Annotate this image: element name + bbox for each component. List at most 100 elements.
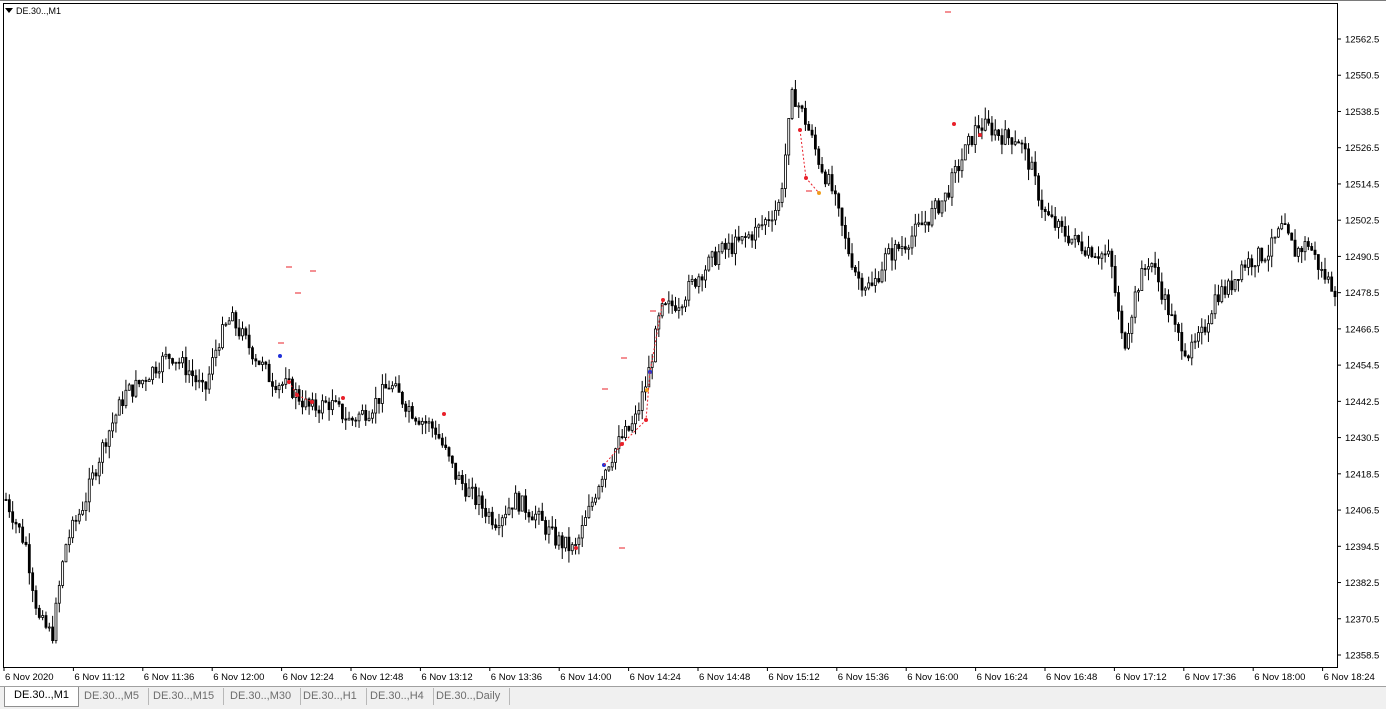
candle-body (1007, 129, 1010, 139)
tab-m30[interactable]: DE.30..,M30 (221, 688, 302, 705)
candle-body (530, 516, 534, 521)
candle-body (1207, 323, 1210, 333)
tab-m1[interactable]: DE.30..,M1 (4, 687, 80, 707)
candle-body (630, 423, 634, 431)
trade-marker (341, 396, 345, 400)
candle-body (1193, 340, 1197, 343)
tab-h4[interactable]: DE.30..,H4 (361, 688, 434, 705)
candle-body (903, 246, 907, 250)
candle-body (274, 385, 278, 391)
candle-body (1030, 161, 1034, 170)
candle-body (664, 303, 667, 306)
candle-body (750, 234, 754, 241)
tab-h1[interactable]: DE.30..,H1 (294, 688, 367, 705)
price-label: 12394.5 (1345, 542, 1379, 553)
candle-body (1000, 135, 1004, 145)
candle-body (1123, 332, 1127, 349)
chart-menu-arrow-icon[interactable] (5, 8, 13, 13)
candle-body (257, 360, 261, 365)
time-label: 6 Nov 16:24 (977, 672, 1028, 683)
candle-body (144, 379, 148, 382)
candle-body (717, 251, 721, 266)
candle-body (637, 410, 641, 415)
candle-body (1170, 314, 1174, 317)
candle-body (923, 221, 927, 226)
tab-daily[interactable]: DE.30..,Daily (427, 688, 511, 705)
candle-body (754, 226, 757, 241)
candle-body (470, 486, 474, 489)
candle-body (764, 219, 767, 226)
price-label: 12490.5 (1345, 252, 1379, 263)
candle-body (1300, 247, 1304, 253)
candle-body (204, 381, 208, 390)
time-label: 6 Nov 12:00 (213, 672, 264, 683)
candle-body (460, 474, 464, 484)
candle-body (1013, 141, 1017, 145)
candle-body (860, 277, 864, 291)
candle-body (370, 412, 374, 419)
candle-body (544, 520, 547, 535)
candle-body (154, 366, 158, 374)
candle-body (1183, 350, 1187, 357)
candle-body (537, 510, 541, 515)
candle-body (7, 499, 11, 513)
candle-body (1160, 281, 1164, 300)
tab-m15[interactable]: DE.30..,M15 (144, 688, 225, 705)
candle-body (757, 224, 761, 228)
candle-body (1010, 137, 1014, 145)
candle-body (1130, 316, 1134, 334)
candle-body (207, 373, 211, 390)
candle-body (54, 602, 58, 642)
candle-body (670, 300, 674, 307)
candle-body (114, 414, 118, 424)
candle-body (933, 200, 937, 209)
candle-body (737, 236, 741, 241)
candle-body (797, 105, 801, 108)
candle-body (880, 269, 884, 283)
candle-body (480, 495, 484, 509)
candle-body (484, 507, 488, 517)
chart-window[interactable]: 12562.5 12550.5 12538.5 12526.5 12514.5 12502… (0, 0, 1386, 686)
candle-body (564, 536, 567, 549)
candle-body (697, 276, 701, 287)
candle-body (1187, 355, 1190, 359)
candle-body (677, 307, 681, 311)
candle-body (11, 511, 15, 523)
candle-body (244, 328, 248, 336)
candle-body (377, 398, 381, 404)
trade-marker (952, 122, 956, 126)
candle-body (121, 399, 124, 407)
candle-body (117, 399, 121, 416)
candle-body (900, 246, 904, 249)
candle-body (813, 134, 817, 150)
candle-body (827, 174, 831, 185)
candle-body (1227, 280, 1230, 295)
time-label: 6 Nov 11:36 (144, 672, 195, 683)
candle-body (51, 626, 55, 642)
candle-body (1190, 341, 1194, 359)
candle-body (843, 224, 847, 239)
time-label: 6 Nov 13:36 (491, 672, 542, 683)
candle-body (973, 125, 977, 145)
candle-body (1273, 236, 1277, 239)
candle-body (790, 89, 794, 119)
candle-body (1230, 280, 1234, 291)
price-label: 12442.5 (1345, 397, 1379, 408)
time-label: 6 Nov 15:12 (768, 672, 819, 683)
candle-body (963, 144, 967, 161)
candle-body (734, 236, 737, 255)
candle-body (64, 544, 68, 563)
time-label: 6 Nov 14:24 (630, 672, 681, 683)
candle-body (1316, 254, 1320, 270)
candle-body (680, 306, 684, 309)
candle-body (817, 148, 821, 165)
tab-m5[interactable]: DE.30..,M5 (75, 688, 150, 705)
trade-marker (278, 354, 282, 358)
candle-body (600, 478, 604, 487)
candle-body (134, 379, 138, 397)
candle-body (387, 387, 391, 390)
candle-body (124, 389, 128, 407)
candle-body (604, 469, 607, 480)
candle-body (151, 366, 154, 381)
price-chart[interactable]: 12562.5 12550.5 12538.5 12526.5 12514.5 12502… (0, 0, 1386, 686)
